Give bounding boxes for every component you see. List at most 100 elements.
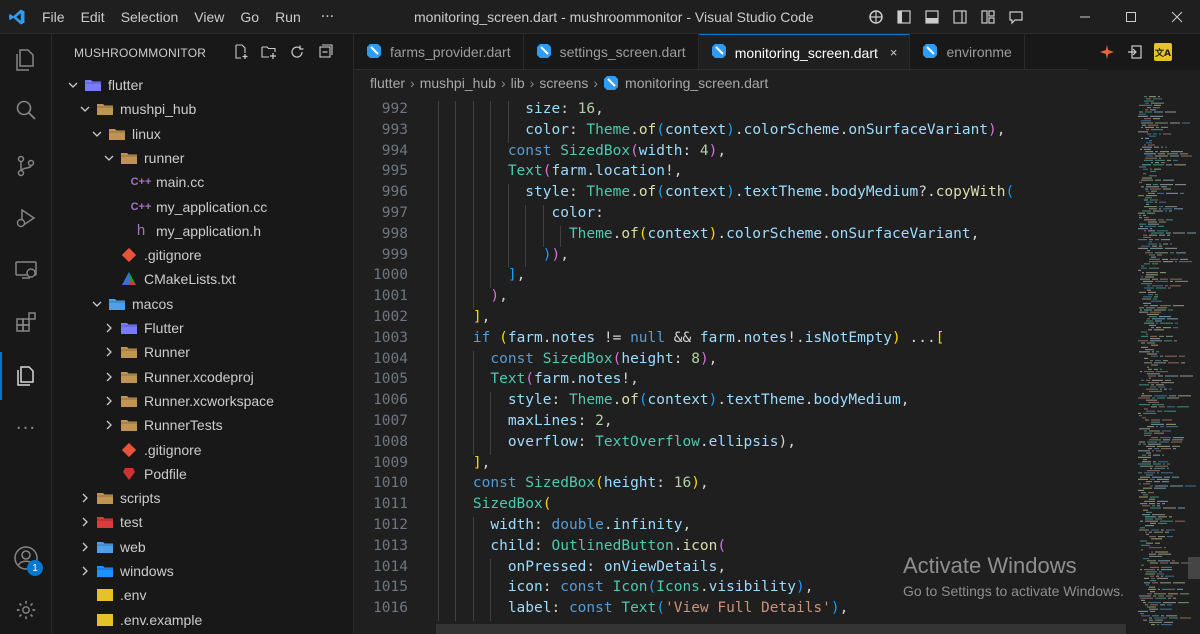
code-line[interactable]: 1002], xyxy=(354,309,1134,330)
minimap-stroke xyxy=(1155,597,1166,599)
tree-folder[interactable]: Runner xyxy=(52,340,353,364)
new-folder-icon[interactable] xyxy=(260,43,278,61)
horizontal-scrollbar[interactable] xyxy=(436,624,1126,634)
more-icon[interactable]: ··· xyxy=(0,404,52,452)
code-line[interactable]: 1009], xyxy=(354,454,1134,476)
tree-file[interactable]: .gitignore xyxy=(52,243,353,267)
tree-file[interactable]: C++ my_application.cc xyxy=(52,195,353,219)
breadcrumb-item[interactable]: monitoring_screen.dart xyxy=(625,75,768,91)
minimize-icon[interactable] xyxy=(1062,0,1108,34)
dart-devtools-icon[interactable] xyxy=(1098,43,1116,61)
tab-close-icon[interactable]: × xyxy=(890,45,898,60)
code-line[interactable]: 992 size: 16, xyxy=(354,101,1134,122)
copilot-icon[interactable] xyxy=(866,7,886,27)
tab-environme[interactable]: environme xyxy=(910,34,1025,69)
tree-folder[interactable]: linux xyxy=(52,122,353,146)
refresh-icon[interactable] xyxy=(288,43,306,61)
tree-folder[interactable]: Flutter xyxy=(52,316,353,340)
breadcrumb-item[interactable]: mushpi_hub xyxy=(420,75,496,91)
minimap-stroke xyxy=(1143,296,1152,298)
tree-folder[interactable]: scripts xyxy=(52,486,353,510)
code-line[interactable]: 1010 const SizedBox(height: 16), xyxy=(354,475,1134,497)
toggle-panel-icon[interactable] xyxy=(922,7,942,27)
code-line[interactable]: 1000], xyxy=(354,267,1134,289)
vscode-logo-icon[interactable] xyxy=(0,0,34,34)
menu-edit[interactable]: Edit xyxy=(73,0,113,34)
tree-folder[interactable]: windows xyxy=(52,559,353,583)
tree-folder[interactable]: runner xyxy=(52,146,353,170)
open-changes-icon[interactable] xyxy=(1126,43,1144,61)
code-line[interactable]: 1006 style: Theme.of(context).textTheme.b… xyxy=(354,392,1134,413)
code-line[interactable]: 994 const SizedBox(width: 4), xyxy=(354,142,1134,164)
tree-folder[interactable]: web xyxy=(52,535,353,559)
tab-monitoring-screen-dart[interactable]: monitoring_screen.dart × xyxy=(698,34,911,69)
code-line[interactable]: 993 color: Theme.of(context).colorScheme.… xyxy=(354,121,1134,143)
tree-file[interactable]: h my_application.h xyxy=(52,219,353,243)
feedback-icon[interactable] xyxy=(1006,7,1026,27)
tree-folder[interactable]: RunnerTests xyxy=(52,413,353,437)
tab-farms-provider-dart[interactable]: farms_provider.dart xyxy=(354,34,524,69)
code-line[interactable]: 996 style: Theme.of(context).textTheme.bo… xyxy=(354,184,1134,205)
tree-file[interactable]: CMakeLists.txt xyxy=(52,267,353,291)
menu-view[interactable]: View xyxy=(186,0,232,34)
code-line[interactable]: 998 Theme.of(context).colorScheme.onSurfa… xyxy=(354,225,1134,247)
account-icon[interactable]: 1 xyxy=(0,534,52,582)
chinese-translation-icon[interactable]: 文A xyxy=(1154,43,1172,61)
breadcrumb-item[interactable]: screens xyxy=(539,75,588,91)
code-line[interactable]: 999)), xyxy=(354,246,1134,268)
maximize-icon[interactable] xyxy=(1108,0,1154,34)
tree-file[interactable]: .gitignore xyxy=(52,438,353,462)
tree-folder[interactable]: mushpi_hub xyxy=(52,97,353,121)
tree-file[interactable]: Podfile xyxy=(52,462,353,486)
menu-file[interactable]: File xyxy=(34,0,73,34)
tab-settings-screen-dart[interactable]: settings_screen.dart xyxy=(524,34,699,69)
code-line[interactable]: 1007 maxLines: 2, xyxy=(354,413,1134,434)
menu-go[interactable]: Go xyxy=(232,0,267,34)
code-line[interactable]: 1008 overflow: TextOverflow.ellipsis), xyxy=(354,433,1134,455)
tree-folder[interactable]: Runner.xcodeproj xyxy=(52,365,353,389)
collapse-all-icon[interactable] xyxy=(316,43,334,61)
tree-folder[interactable]: macos xyxy=(52,292,353,316)
search-icon[interactable] xyxy=(0,86,52,134)
code-line[interactable]: 1003 if (farm.notes != null && farm.notes… xyxy=(354,329,1134,351)
code-line[interactable]: 1012 width: double.infinity, xyxy=(354,517,1134,538)
code-line[interactable]: 1016 label: const Text('View Full Details… xyxy=(354,600,1134,621)
code-line[interactable]: 1011 SizedBox( xyxy=(354,496,1134,517)
tree-folder[interactable]: test xyxy=(52,510,353,534)
toggle-secondary-sidebar-icon[interactable] xyxy=(950,7,970,27)
close-icon[interactable] xyxy=(1154,0,1200,34)
indent-guide xyxy=(490,246,492,268)
code-line[interactable]: 995 Text(farm.location!, xyxy=(354,163,1134,185)
tree-file[interactable]: .env xyxy=(52,583,353,607)
run-debug-icon[interactable] xyxy=(0,194,52,242)
tree-item-label: mushpi_hub xyxy=(120,101,197,118)
code-line[interactable]: 1004 const SizedBox(height: 8), xyxy=(354,350,1134,372)
toggle-primary-sidebar-icon[interactable] xyxy=(894,7,914,27)
tree-file[interactable]: .env.example xyxy=(52,608,353,632)
code-line[interactable]: 1001), xyxy=(354,288,1134,309)
new-file-icon[interactable] xyxy=(232,43,250,61)
explorer-icon[interactable] xyxy=(0,36,52,84)
vertical-scrollbar-thumb[interactable] xyxy=(1188,557,1200,579)
breadcrumb-item[interactable]: flutter xyxy=(370,75,405,91)
customize-layout-icon[interactable] xyxy=(978,7,998,27)
code-token: style xyxy=(525,184,569,201)
menu-selection[interactable]: Selection xyxy=(113,0,187,34)
minimap-stroke xyxy=(1144,371,1154,373)
tree-file[interactable]: C++ main.cc xyxy=(52,170,353,194)
files-icon[interactable] xyxy=(0,352,52,400)
remote-explorer-icon[interactable] xyxy=(0,246,52,294)
extensions-icon[interactable] xyxy=(0,298,52,346)
tree-folder[interactable]: flutter xyxy=(52,73,353,97)
menu-run[interactable]: Run xyxy=(267,0,309,34)
line-number: 994 xyxy=(381,142,408,159)
breadcrumb-item[interactable]: lib xyxy=(511,75,525,91)
indent-guide xyxy=(472,267,474,289)
source-control-icon[interactable] xyxy=(0,142,52,190)
minimap[interactable] xyxy=(1134,96,1200,634)
settings-gear-icon[interactable] xyxy=(0,586,52,634)
menu-more-icon[interactable]: ··· xyxy=(309,9,346,25)
code-line[interactable]: 1005 Text(farm.notes!, xyxy=(354,371,1134,393)
code-line[interactable]: 997 color: xyxy=(354,205,1134,226)
tree-folder[interactable]: Runner.xcworkspace xyxy=(52,389,353,413)
